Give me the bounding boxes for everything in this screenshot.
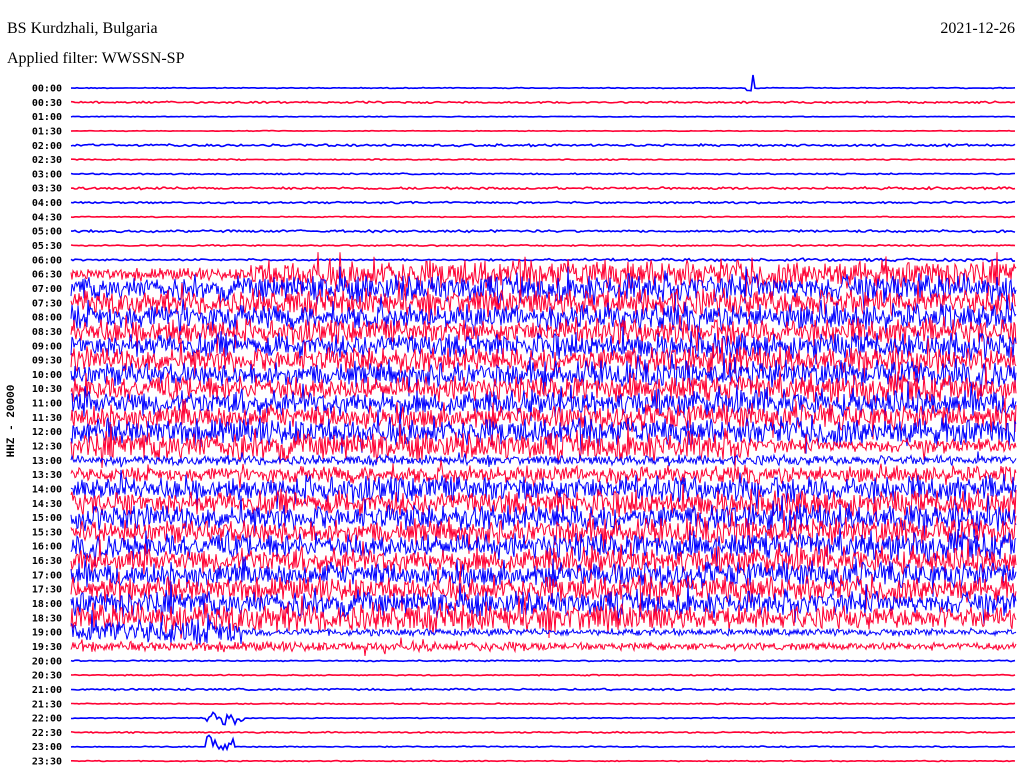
time-tick-label: 05:30 <box>32 241 62 252</box>
time-tick-label: 07:30 <box>32 298 62 309</box>
time-tick-label: 01:00 <box>32 112 62 123</box>
time-tick-label: 09:30 <box>32 356 62 367</box>
time-tick-label: 13:00 <box>32 456 62 467</box>
time-tick-label: 21:00 <box>32 685 62 696</box>
time-tick-label: 03:00 <box>32 169 62 180</box>
time-tick-label: 03:30 <box>32 184 62 195</box>
time-tick-label: 22:30 <box>32 728 62 739</box>
seismic-trace-row <box>70 129 1016 133</box>
seismic-trace-row <box>70 200 1016 205</box>
time-tick-label: 06:00 <box>32 255 62 266</box>
time-tick-label: 14:00 <box>32 484 62 495</box>
time-tick-label: 22:00 <box>32 714 62 725</box>
time-tick-label: 23:30 <box>32 757 62 768</box>
seismic-trace-row <box>70 730 1016 735</box>
seismic-trace-row <box>71 74 1016 92</box>
seismic-trace-row <box>71 759 1016 763</box>
time-tick-label: 10:30 <box>32 384 62 395</box>
seismic-trace-row <box>70 734 1016 752</box>
time-tick-label: 15:00 <box>32 513 62 524</box>
time-tick-label: 20:30 <box>32 671 62 682</box>
time-tick-label: 04:30 <box>32 212 62 223</box>
seismic-trace-row <box>70 711 1016 727</box>
time-tick-label: 12:30 <box>32 442 62 453</box>
time-tick-label: 13:30 <box>32 470 62 481</box>
time-tick-label: 08:00 <box>32 313 62 324</box>
time-tick-label: 16:30 <box>32 556 62 567</box>
seismic-trace-row <box>70 257 1016 263</box>
time-tick-label: 02:30 <box>32 155 62 166</box>
helicorder-plot: 00:00 00:30 01:00 01:30 02:00 02:30 03:00 03:30… <box>32 74 1017 768</box>
time-tick-label: 00:30 <box>32 98 62 109</box>
seismic-trace-row <box>70 687 1016 692</box>
time-tick-label: 09:00 <box>32 341 62 352</box>
time-tick-label: 05:00 <box>32 227 62 238</box>
time-tick-label: 01:30 <box>32 126 62 137</box>
seismic-trace-row <box>70 637 1017 657</box>
time-tick-label: 17:00 <box>32 570 62 581</box>
seismic-trace-row <box>71 158 1016 162</box>
time-tick-label: 21:30 <box>32 699 62 710</box>
time-tick-label: 08:30 <box>32 327 62 338</box>
time-tick-label: 18:00 <box>32 599 62 610</box>
seismic-trace-row <box>71 702 1016 706</box>
time-tick-label: 15:30 <box>32 527 62 538</box>
seismic-trace-row <box>70 172 1016 176</box>
seismic-trace-row <box>70 100 1015 105</box>
seismic-trace-row <box>70 185 1016 191</box>
time-tick-label: 06:30 <box>32 270 62 281</box>
time-tick-label: 16:00 <box>32 542 62 553</box>
seismic-trace-row <box>70 142 1016 148</box>
time-tick-label: 07:00 <box>32 284 62 295</box>
time-tick-label: 17:30 <box>32 585 62 596</box>
time-tick-label: 23:00 <box>32 742 62 753</box>
seismic-trace-row <box>70 673 1016 677</box>
seismic-trace-row <box>70 215 1016 219</box>
seismic-trace-row <box>70 659 1016 663</box>
time-tick-label: 04:00 <box>32 198 62 209</box>
time-tick-label: 02:00 <box>32 141 62 152</box>
seismic-trace-row <box>71 228 1016 234</box>
time-tick-label: 11:30 <box>32 413 62 424</box>
seismic-trace-row <box>70 243 1016 248</box>
time-tick-label: 19:30 <box>32 642 62 653</box>
time-tick-label: 12:00 <box>32 427 62 438</box>
time-tick-label: 20:00 <box>32 656 62 667</box>
time-tick-label: 11:00 <box>32 399 62 410</box>
time-tick-label: 18:30 <box>32 613 62 624</box>
seismic-trace-row <box>70 115 1016 118</box>
time-tick-label: 19:00 <box>32 628 62 639</box>
time-tick-label: 10:00 <box>32 370 62 381</box>
time-tick-label: 14:30 <box>32 499 62 510</box>
time-tick-label: 00:00 <box>32 84 62 95</box>
